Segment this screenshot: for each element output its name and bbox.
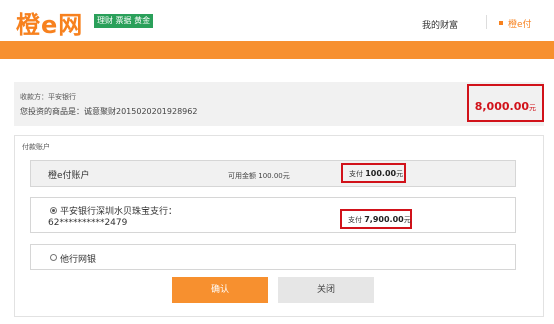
order-amount-value: 8,000.00 bbox=[474, 100, 529, 113]
other-bank-radio[interactable] bbox=[50, 254, 57, 261]
logo-char-e: e bbox=[41, 11, 59, 39]
logo-char-1: 橙 bbox=[16, 11, 41, 39]
order-amount-unit: 元 bbox=[529, 104, 536, 112]
bank-card-radio[interactable] bbox=[50, 207, 57, 214]
bank-name: 平安银行深圳水贝珠宝支行： bbox=[60, 207, 178, 217]
close-button[interactable]: 关闭 bbox=[278, 277, 374, 303]
pay2-label: 支付 bbox=[348, 216, 362, 224]
other-bank-label: 他行网银 bbox=[60, 255, 97, 265]
pay2-unit: 元 bbox=[403, 216, 411, 224]
order-info-box: 收款方：平安银行 您投资的商品是：诚意聚财2015020201928962 bbox=[14, 82, 544, 126]
order-amount-box: 8,000.00元 bbox=[467, 84, 544, 122]
available-balance: 可用金额 100.00元 bbox=[228, 171, 290, 181]
brand-logo[interactable]: 橙e网 bbox=[16, 5, 83, 40]
payment-account-title: 付款账户 bbox=[22, 143, 50, 151]
nav-bullet-icon bbox=[499, 21, 503, 25]
account-pay-text: 支付 100.00元 bbox=[349, 169, 403, 179]
pay1-amount: 100.00 bbox=[365, 169, 397, 178]
pay1-label: 支付 bbox=[349, 170, 363, 178]
other-bank-row[interactable] bbox=[30, 244, 516, 270]
payment-page: 橙e网 理财 票据 黄金 我的财富 橙e付 收款方：平安银行 您投资的商品是：诚… bbox=[0, 0, 554, 324]
nav-cheng-e-pay[interactable]: 橙e付 bbox=[508, 17, 532, 30]
account-pay-amount-box: 支付 100.00元 bbox=[341, 163, 406, 183]
available-value: 100.00元 bbox=[258, 172, 290, 180]
pay1-unit: 元 bbox=[396, 170, 404, 178]
payee-text: 收款方：平安银行 bbox=[20, 93, 76, 101]
bank-pay-amount-box: 支付 7,900.00元 bbox=[340, 209, 412, 229]
goods-text: 您投资的商品是：诚意聚财2015020201928962 bbox=[20, 107, 198, 116]
account-name: 橙e付账户 bbox=[48, 171, 90, 181]
header-orange-bar bbox=[0, 41, 554, 59]
nav-divider bbox=[486, 15, 487, 29]
confirm-button[interactable]: 确认 bbox=[172, 277, 268, 303]
bank-pay-text: 支付 7,900.00元 bbox=[348, 215, 411, 225]
nav-my-wealth[interactable]: 我的财富 bbox=[422, 18, 458, 31]
logo-char-2: 网 bbox=[58, 11, 84, 39]
available-label: 可用金额 bbox=[228, 172, 256, 180]
pay2-amount: 7,900.00 bbox=[364, 215, 404, 224]
order-amount: 8,000.00元 bbox=[475, 100, 536, 113]
logo-tagline: 理财 票据 黄金 bbox=[94, 14, 154, 28]
bank-card-number: 62**********2479 bbox=[48, 218, 128, 228]
